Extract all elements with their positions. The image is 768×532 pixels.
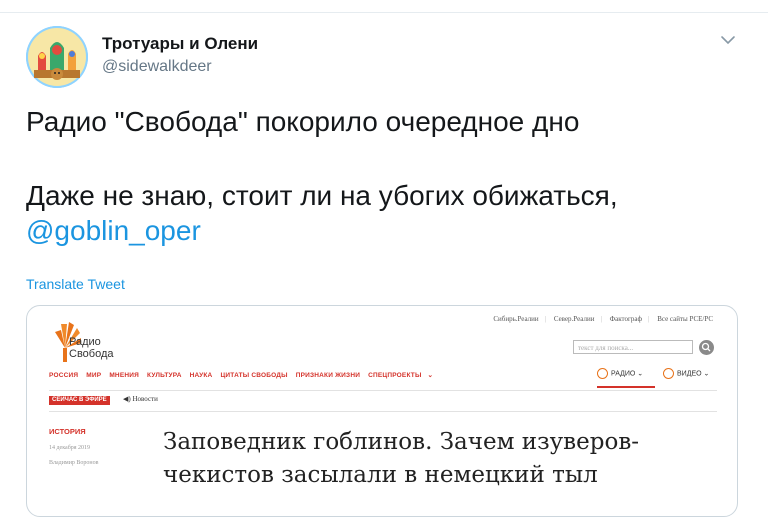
sound-icon: ◀) [123,395,131,403]
top-links: Сибирь.Реалии | Север.Реалии | Фактограф | … [493,315,713,323]
radio-label: РАДИО [611,370,636,378]
chevron-down-icon: ⌄ [703,370,710,378]
chevron-down-icon[interactable] [718,30,738,50]
search-icon [699,340,714,355]
tweet: Тротуары и Олени @sidewalkdeer Радио "Св… [0,0,768,532]
mention-link[interactable]: @goblin_oper [26,215,201,247]
radio-svoboda-logo-text: Радио Свобода [69,336,114,360]
avatar[interactable] [26,26,88,88]
top-link: Сибирь.Реалии [493,315,539,323]
search-input: текст для поиска... [573,340,693,354]
speaker-icon [597,368,608,379]
top-divider [0,12,768,13]
embedded-image[interactable]: Радио Свобода Сибирь.Реалии | Север.Реали… [26,305,738,517]
play-icon [663,368,674,379]
tweet-text-line-2: Даже не знаю, стоит ли на убогих обижать… [26,180,618,211]
nav-item: КУЛЬТУРА [147,372,182,379]
nav-item: ЦИТАТЫ СВОБОДЫ [220,372,288,379]
article-author: Владимир Воронов [49,460,99,466]
divider [49,390,717,391]
nav-item: СПЕЦПРОЕКТЫ [368,372,422,379]
live-badge: СЕЙЧАС В ЭФИРЕ [49,396,110,405]
nav-item: РОССИЯ [49,372,79,379]
article-rubric: ИСТОРИЯ [49,427,86,436]
live-news-label: Новости [132,395,158,403]
tweet-text-line-1: Радио "Свобода" покорило очередное дно [26,106,580,137]
top-link: Фактограф [609,315,643,323]
chevron-down-icon: ⌄ [637,370,644,378]
chevron-down-icon: ⌄ [427,372,434,379]
logo-line-2: Свобода [69,348,114,360]
top-link: Все сайты РСЕ/РС [657,315,713,323]
translate-tweet-link[interactable]: Translate Tweet [26,276,125,292]
video-menu: ВИДЕО ⌄ [663,368,709,379]
divider [49,411,717,412]
nav-item: МНЕНИЯ [109,372,139,379]
main-nav: РОССИЯ МИР МНЕНИЯ КУЛЬТУРА НАУКА ЦИТАТЫ … [49,371,439,379]
active-underline [597,386,655,388]
article-date: 14 декабря 2019 [49,445,91,451]
author-handle[interactable]: @sidewalkdeer [102,58,212,76]
nav-item: ПРИЗНАКИ ЖИЗНИ [295,372,361,379]
avatar-image [26,26,88,88]
live-news: ◀) Новости [123,395,158,403]
logo-line-1: Радио [69,336,101,348]
article-headline: Заповедник гоблинов. Зачем изуверов-чеки… [163,429,640,488]
author-name[interactable]: Тротуары и Олени [102,34,258,54]
top-link: Север.Реалии [553,315,595,323]
video-label: ВИДЕО [677,370,702,378]
radio-menu: РАДИО ⌄ [597,368,643,379]
nav-item: НАУКА [189,372,213,379]
nav-item: МИР [86,372,102,379]
